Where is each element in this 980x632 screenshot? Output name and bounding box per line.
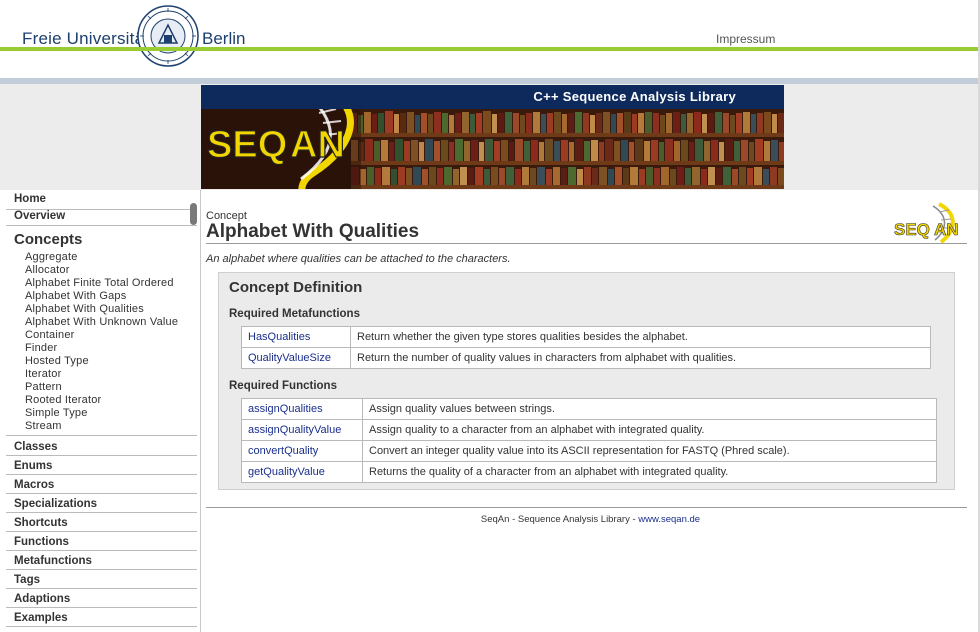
table-row: HasQualities Return whether the given ty… xyxy=(241,326,931,348)
concept-link[interactable]: Rooted Iterator xyxy=(25,394,178,407)
footer-seqan-link[interactable]: www.seqan.de xyxy=(638,514,700,525)
nav-separator xyxy=(6,435,197,436)
metafunction-link[interactable]: HasQualities xyxy=(241,326,351,348)
metafunction-description: Return the number of quality values in c… xyxy=(350,347,931,369)
concept-link[interactable]: Hosted Type xyxy=(25,355,178,368)
concept-link[interactable]: Alphabet With Unknown Value xyxy=(25,316,178,329)
nav-scrollbar-thumb[interactable] xyxy=(190,203,197,225)
concept-description: An alphabet where qualities can be attac… xyxy=(206,253,511,265)
concept-link-active[interactable]: Alphabet With Qualities xyxy=(25,303,178,316)
table-row: convertQuality Convert an integer qualit… xyxy=(241,440,937,462)
concept-list: Aggregate Allocator Alphabet Finite Tota… xyxy=(25,251,178,433)
left-nav: Home Overview Concepts Aggregate Allocat… xyxy=(0,190,201,632)
svg-text:SEQ: SEQ xyxy=(894,220,930,239)
seqan-logo-text: SEQ xyxy=(207,124,287,166)
table-row: assignQualityValue Assign quality to a c… xyxy=(241,419,937,441)
nav-separator xyxy=(6,225,197,226)
function-link[interactable]: convertQuality xyxy=(241,440,363,462)
svg-text:AN: AN xyxy=(934,220,959,239)
required-functions-heading: Required Functions xyxy=(229,380,337,392)
nav-separator xyxy=(6,455,197,456)
concept-link[interactable]: Aggregate xyxy=(25,251,178,264)
page-title: Alphabet With Qualities xyxy=(206,221,420,242)
nav-examples[interactable]: Examples xyxy=(14,612,68,624)
nav-separator xyxy=(6,626,197,627)
nav-functions[interactable]: Functions xyxy=(14,536,69,548)
function-description: Assign quality to a character from an al… xyxy=(362,419,937,441)
nav-separator xyxy=(6,474,197,475)
nav-overview-link[interactable]: Overview xyxy=(0,210,196,222)
page-footer: SeqAn - Sequence Analysis Library - www.… xyxy=(201,514,980,525)
table-row: assignQualities Assign quality values be… xyxy=(241,398,937,420)
main-content: Concept Alphabet With Qualities SEQ AN A… xyxy=(201,190,980,632)
nav-separator xyxy=(6,569,197,570)
nav-separator xyxy=(6,607,197,608)
banner-title-bar: C++ Sequence Analysis Library xyxy=(201,85,784,109)
fu-berlin-seal-icon[interactable] xyxy=(137,5,199,67)
metafunction-description: Return whether the given type stores qua… xyxy=(350,326,931,348)
concept-definition-box: Concept Definition Required Metafunction… xyxy=(218,272,955,490)
concept-link[interactable]: Allocator xyxy=(25,264,178,277)
bookshelf-image: SEQ AN xyxy=(201,109,784,189)
function-link[interactable]: getQualityValue xyxy=(241,461,363,483)
nav-separator xyxy=(6,550,197,551)
concept-link[interactable]: Simple Type xyxy=(25,407,178,420)
nav-separator xyxy=(6,512,197,513)
nav-concepts-heading[interactable]: Concepts xyxy=(14,231,82,248)
nav-specializations[interactable]: Specializations xyxy=(14,498,97,510)
banner-title: C++ Sequence Analysis Library xyxy=(533,89,736,104)
concept-link[interactable]: Container xyxy=(25,329,178,342)
nav-separator xyxy=(6,493,197,494)
concept-link[interactable]: Alphabet Finite Total Ordered xyxy=(25,277,178,290)
function-description: Convert an integer quality value into it… xyxy=(362,440,937,462)
concept-definition-heading: Concept Definition xyxy=(229,279,363,296)
nav-enums[interactable]: Enums xyxy=(14,460,52,472)
function-link[interactable]: assignQualityValue xyxy=(241,419,363,441)
nav-metafunctions[interactable]: Metafunctions xyxy=(14,555,92,567)
fu-name-left[interactable]: Freie Universität xyxy=(22,29,149,49)
concept-link[interactable]: Finder xyxy=(25,342,178,355)
seqan-small-logo-icon[interactable]: SEQ AN xyxy=(893,202,965,244)
fu-name-right[interactable]: Berlin xyxy=(202,29,245,49)
required-metafunctions-heading: Required Metafunctions xyxy=(229,308,360,320)
nav-tags[interactable]: Tags xyxy=(14,574,40,586)
table-row: QualityValueSize Return the number of qu… xyxy=(241,347,931,369)
nav-classes[interactable]: Classes xyxy=(14,441,57,453)
functions-table: assignQualities Assign quality values be… xyxy=(241,398,937,483)
nav-shortcuts[interactable]: Shortcuts xyxy=(14,517,68,529)
function-description: Assign quality values between strings. xyxy=(362,398,937,420)
function-link[interactable]: assignQualities xyxy=(241,398,363,420)
title-rule xyxy=(206,243,967,244)
footer-text: SeqAn - Sequence Analysis Library - xyxy=(480,514,639,525)
concept-link[interactable]: Pattern xyxy=(25,381,178,394)
metafunction-link[interactable]: QualityValueSize xyxy=(241,347,351,369)
impressum-link[interactable]: Impressum xyxy=(716,32,775,46)
nav-home-link[interactable]: Home xyxy=(0,193,196,205)
concept-link[interactable]: Iterator xyxy=(25,368,178,381)
nav-macros[interactable]: Macros xyxy=(14,479,54,491)
nav-separator xyxy=(6,531,197,532)
seqan-logo-text-an: AN xyxy=(290,124,345,166)
nav-separator xyxy=(6,588,197,589)
concept-link[interactable]: Stream xyxy=(25,420,178,433)
concept-link[interactable]: Alphabet With Gaps xyxy=(25,290,178,303)
table-row: getQualityValue Returns the quality of a… xyxy=(241,461,937,483)
seqan-banner: C++ Sequence Analysis Library SEQ AN xyxy=(201,85,784,189)
header-accent-line xyxy=(0,47,980,51)
footer-rule xyxy=(206,507,967,508)
metafunctions-table: HasQualities Return whether the given ty… xyxy=(241,326,931,369)
fu-header: Freie Universität Berlin Impressum xyxy=(0,0,980,84)
nav-adaptions[interactable]: Adaptions xyxy=(14,593,70,605)
function-description: Returns the quality of a character from … xyxy=(362,461,937,483)
